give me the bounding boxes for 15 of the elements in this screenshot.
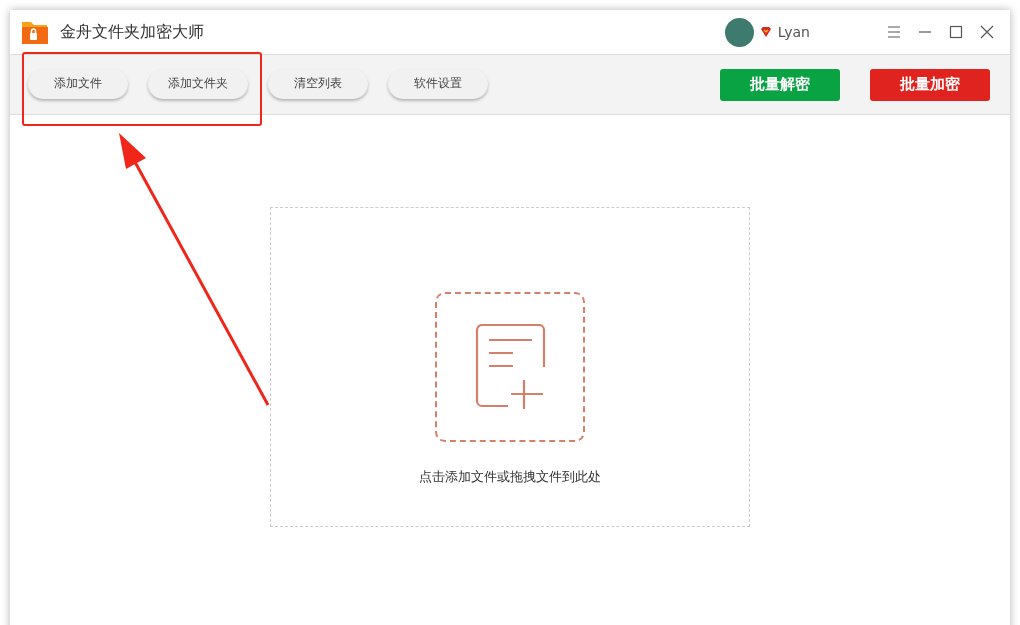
toolbar-button[interactable]: 添加文件: [28, 68, 128, 99]
drop-zone[interactable]: 点击添加文件或拖拽文件到此处: [270, 207, 750, 527]
vip-badge-icon: [759, 26, 772, 38]
window-title: 金舟文件夹加密大师: [60, 21, 204, 43]
add-file-button[interactable]: [435, 292, 585, 442]
toolbar-button[interactable]: 添加文件夹: [148, 68, 248, 99]
toolbar-button[interactable]: 清空列表: [268, 68, 368, 99]
close-icon[interactable]: [980, 25, 994, 39]
drop-hint: 点击添加文件或拖拽文件到此处: [419, 468, 601, 486]
user-name[interactable]: Lyan: [777, 24, 810, 40]
maximize-icon[interactable]: [949, 25, 963, 39]
toolbar-button[interactable]: 软件设置: [388, 68, 488, 99]
avatar[interactable]: [724, 17, 754, 47]
file-add-icon: [474, 324, 546, 410]
action-button[interactable]: 批量加密: [870, 68, 990, 101]
